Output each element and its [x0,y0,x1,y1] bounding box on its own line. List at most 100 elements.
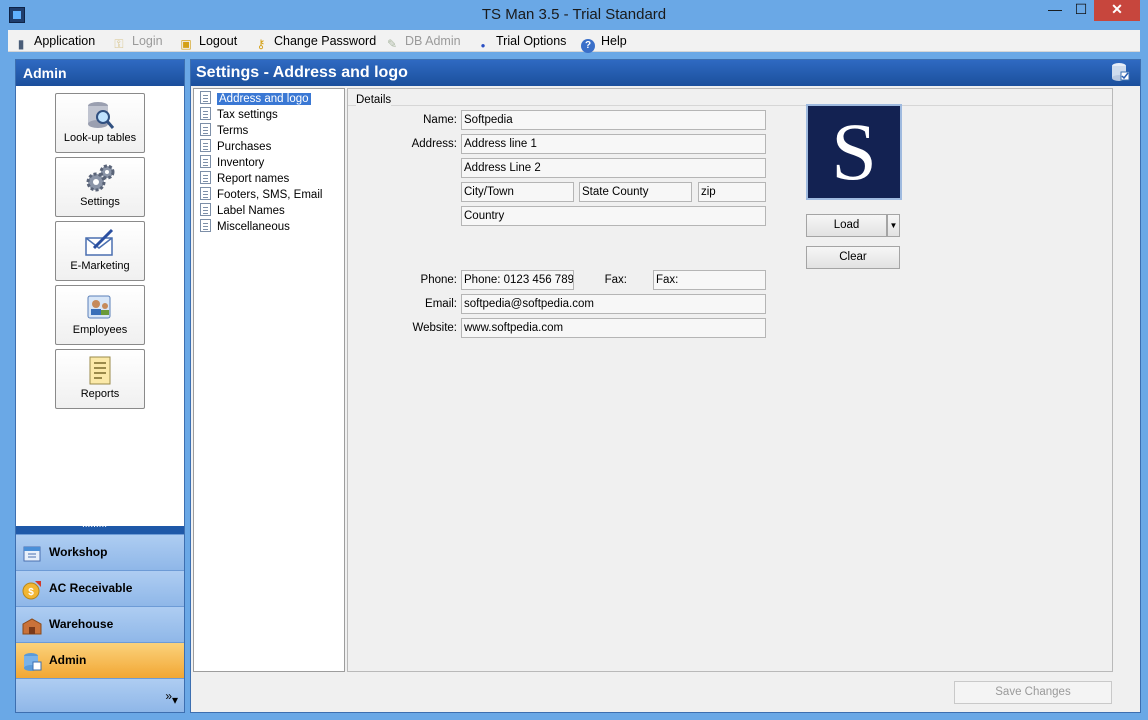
nav-label: Workshop [49,545,108,559]
key-icon: ⚿ [114,37,124,51]
main-panel-header: Settings - Address and logo [191,60,1140,86]
tile-label: E-Marketing [70,260,130,272]
document-icon [200,91,211,104]
menu-label: Help [601,34,627,48]
fax-field[interactable]: Fax: [653,270,766,290]
tree-item-label: Footers, SMS, Email [217,189,323,201]
menu-change-password[interactable]: ⚷ Change Password [254,30,377,52]
close-button[interactable]: ✕ [1094,0,1140,21]
zip-field[interactable]: zip [698,182,766,202]
save-changes-button[interactable]: Save Changes [954,681,1112,704]
email-icon [84,228,116,258]
name-field[interactable]: Softpedia [461,110,766,130]
menu-help[interactable]: ? Help [581,30,627,53]
tile-settings[interactable]: Settings [55,157,145,217]
workshop-icon [22,543,42,563]
employees-icon [84,292,116,322]
menu-application[interactable]: ▮ Application [14,30,95,52]
tile-label: Employees [72,324,128,336]
help-icon: ? [581,39,595,53]
nav-ac-receivable[interactable]: $ AC Receivable [16,570,184,606]
reports-icon [84,356,116,386]
document-icon [200,155,211,168]
tree-item-address-and-logo[interactable]: Address and logo [200,91,311,107]
document-icon [200,219,211,232]
tree-item-footers-sms-email[interactable]: Footers, SMS, Email [200,187,322,203]
settings-tree: Address and logo Tax settings Terms Purc… [193,88,345,672]
menu-login[interactable]: ⚿ Login [112,30,163,52]
nav-label: AC Receivable [49,581,133,595]
tree-item-label: Report names [217,173,290,185]
lock-icon: ▣ [180,37,192,51]
city-field[interactable]: City/Town [461,182,574,202]
address-line1-field[interactable]: Address line 1 [461,134,766,154]
nav-admin[interactable]: Admin [16,642,184,678]
address-label: Address: [411,138,457,150]
company-logo: S [806,104,902,200]
warehouse-icon [22,615,42,635]
tile-label: Settings [80,196,120,208]
country-field[interactable]: Country [461,206,766,226]
menu-label: Application [34,34,96,48]
minimize-button[interactable]: — [1042,0,1068,21]
tree-item-label-names[interactable]: Label Names [200,203,285,219]
document-icon [200,139,211,152]
tree-item-label: Tax settings [217,109,278,121]
nav-more-bar[interactable]: » ▾ [16,678,184,712]
state-field[interactable]: State County [579,182,692,202]
menu-label: Change Password [274,34,377,48]
menu-label: Trial Options [496,34,567,48]
menu-db-admin[interactable]: ✎ DB Admin [385,30,461,52]
tile-lookup-tables[interactable]: Look-up tables [55,93,145,153]
tree-item-tax-settings[interactable]: Tax settings [200,107,278,123]
menu-label: Login [132,34,163,48]
vertical-scrollbar[interactable] [1119,88,1137,672]
tree-item-label: Purchases [217,141,272,153]
menu-label: DB Admin [405,34,461,48]
tree-item-miscellaneous[interactable]: Miscellaneous [200,219,290,235]
document-icon [200,123,211,136]
title-bar: TS Man 3.5 - Trial Standard — ☐ ✕ [0,0,1148,30]
tree-item-label: Inventory [217,157,265,169]
tile-e-marketing[interactable]: E-Marketing [55,221,145,281]
tree-item-label: Label Names [217,205,285,217]
tree-item-terms[interactable]: Terms [200,123,248,139]
tile-label: Reports [80,388,120,400]
menu-label: Logout [199,34,238,48]
tile-reports[interactable]: Reports [55,349,145,409]
details-group: Details Name: Softpedia Address: Address… [347,88,1113,672]
address-line2-field[interactable]: Address Line 2 [461,158,766,178]
chevron-down-icon: ▼ [889,221,898,230]
application-icon: ▮ [17,37,25,51]
key-icon: ⚷ [256,37,266,51]
nav-workshop[interactable]: Workshop [16,534,184,570]
tree-item-inventory[interactable]: Inventory [200,155,264,171]
clear-button[interactable]: Clear [806,246,900,269]
chevron-right-icon[interactable]: » ▾ [165,685,178,706]
admin-icon [22,651,42,671]
database-icon [1110,62,1130,82]
tree-item-report-names[interactable]: Report names [200,171,289,187]
menu-logout[interactable]: ▣ Logout [179,30,237,52]
phone-field[interactable]: Phone: 0123 456 7890 [461,270,574,290]
tree-item-label: Address and logo [217,93,311,105]
receivable-icon: $ [22,579,42,600]
panel-splitter[interactable] [16,519,184,534]
bullet-icon: ● [480,41,486,50]
window-title: TS Man 3.5 - Trial Standard [481,6,667,23]
document-icon [200,187,211,200]
menu-trial-options[interactable]: ● Trial Options [476,30,567,52]
website-field[interactable]: www.softpedia.com [461,318,766,338]
nav-label: Warehouse [49,617,114,631]
maximize-button[interactable]: ☐ [1068,0,1094,21]
document-icon [200,171,211,184]
load-dropdown-button[interactable]: ▼ [887,214,900,237]
document-icon [200,203,211,216]
email-label: Email: [425,298,457,310]
load-button[interactable]: Load [806,214,887,237]
nav-warehouse[interactable]: Warehouse [16,606,184,642]
tile-employees[interactable]: Employees [55,285,145,345]
tree-item-purchases[interactable]: Purchases [200,139,271,155]
gears-icon [84,164,116,194]
email-field[interactable]: softpedia@softpedia.com [461,294,766,314]
